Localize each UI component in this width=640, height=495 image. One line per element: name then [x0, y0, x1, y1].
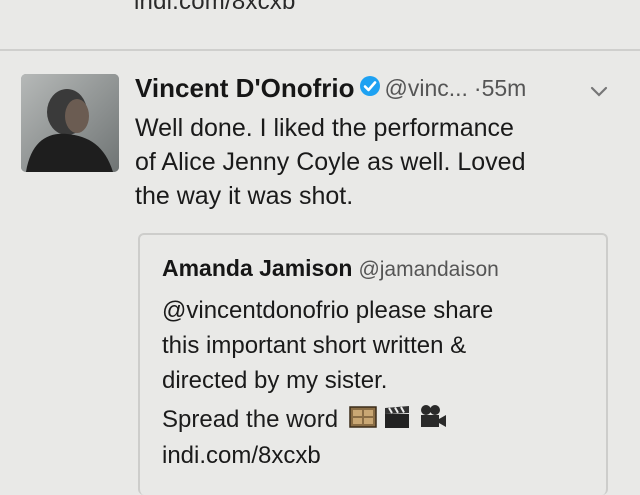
quoted-tweet[interactable]: Amanda Jamison @jamandaison @vincentdonof…	[138, 233, 608, 495]
tweet-text: Well done. I liked the performance of Al…	[135, 111, 605, 213]
tweet-time[interactable]: ·55m	[474, 75, 526, 101]
quoted-author-handle: @jamandaison	[358, 258, 499, 281]
film-frames-icon	[349, 406, 377, 428]
clapper-board-icon	[385, 406, 410, 428]
previous-tweet-link[interactable]: indi.com/8xcxb	[134, 0, 296, 16]
tweet-text-line: Well done. I liked the performance	[135, 114, 514, 142]
spread-text: Spread the word	[162, 405, 339, 433]
chevron-down-icon[interactable]	[590, 85, 608, 103]
author-handle[interactable]: @vinc...	[385, 75, 468, 101]
tweet[interactable]: Vincent D'Onofrio @vinc... ·55m Well done.…	[0, 51, 640, 495]
quoted-text-line: this important short written &	[162, 332, 467, 359]
tweet-header: Vincent D'Onofrio @vinc... ·55m	[135, 73, 526, 107]
quoted-tweet-text: @vincentdonofrio please share this impor…	[162, 293, 592, 398]
quoted-spread-line: Spread the word	[162, 404, 448, 437]
quoted-text-line: directed by my sister.	[162, 367, 388, 394]
avatar[interactable]	[21, 74, 119, 172]
author-name[interactable]: Vincent D'Onofrio	[135, 73, 355, 103]
quoted-tweet-header: Amanda Jamison @jamandaison	[162, 255, 499, 282]
emoji-group	[349, 404, 448, 437]
verified-badge-icon	[359, 75, 381, 102]
tweet-text-line: the way it was shot.	[135, 182, 354, 210]
movie-camera-icon	[421, 405, 447, 427]
quoted-author-name: Amanda Jamison	[162, 255, 353, 281]
tweet-text-line: of Alice Jenny Coyle as well. Loved	[135, 148, 526, 176]
quoted-text-line: @vincentdonofrio please share	[162, 297, 494, 324]
quoted-link[interactable]: indi.com/8xcxb	[162, 442, 321, 470]
